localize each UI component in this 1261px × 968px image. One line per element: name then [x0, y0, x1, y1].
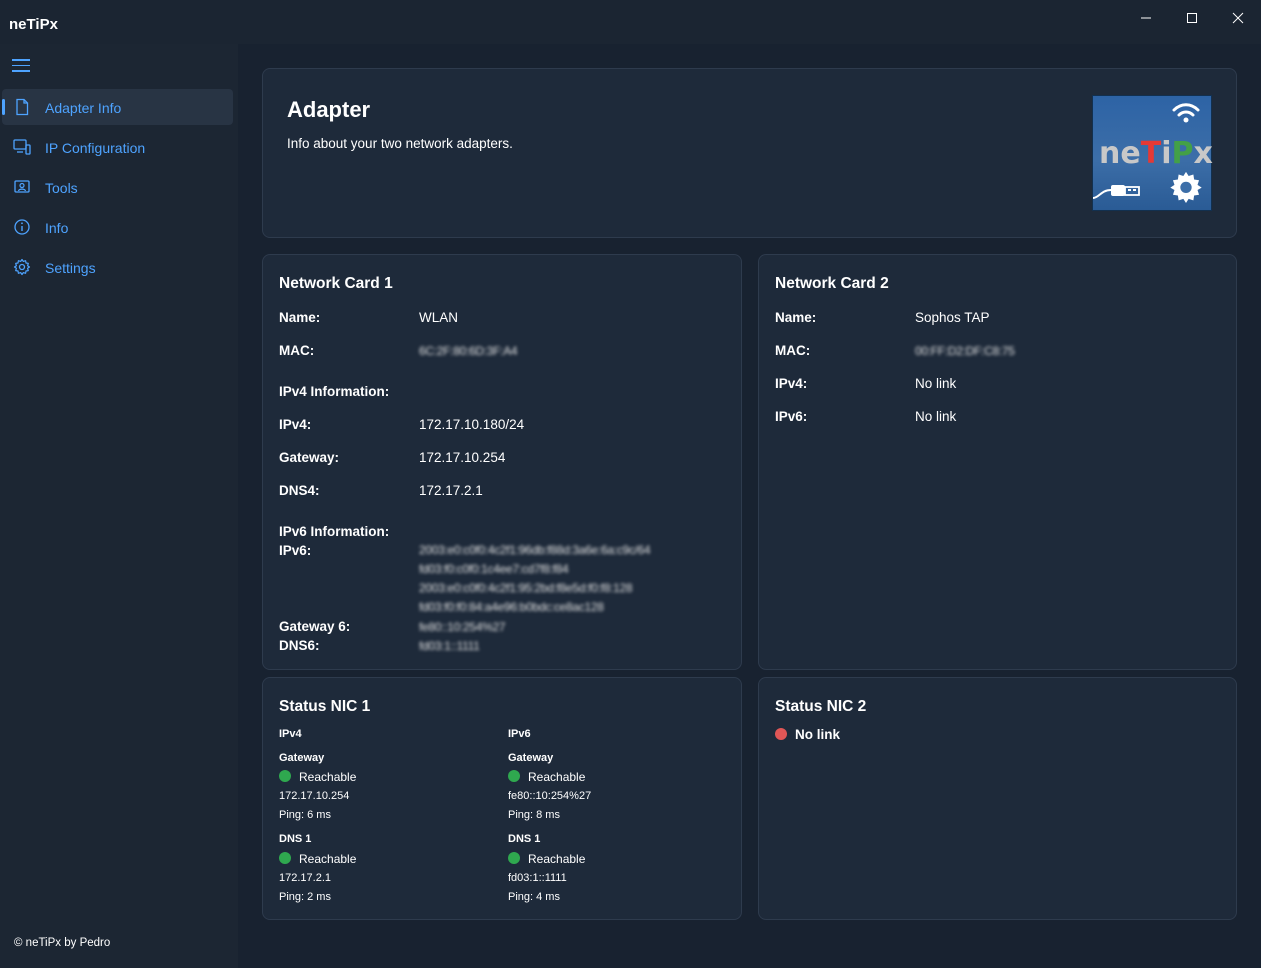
- gear-icon: [13, 258, 31, 276]
- gear-icon: [1170, 171, 1202, 204]
- sidebar-item-ip-configuration[interactable]: IP Configuration: [2, 129, 233, 165]
- minimize-button[interactable]: [1123, 0, 1169, 36]
- title-bar: neTiPx: [0, 0, 1261, 44]
- network-card-1: Network Card 1 Name: WLAN MAC: 6C:2F:80:…: [262, 254, 742, 670]
- gateway-status: Reachable: [528, 770, 586, 784]
- status-ok-dot: [279, 852, 291, 864]
- card-title: Status NIC 1: [279, 698, 371, 715]
- name-label: Name:: [775, 310, 817, 325]
- gateway-label: Gateway:: [279, 450, 340, 465]
- app-logo: neTiPx: [1092, 95, 1213, 211]
- dns6-label: DNS6:: [279, 638, 320, 653]
- name-value: Sophos TAP: [915, 310, 990, 325]
- dns-ping: Ping: 2 ms: [279, 891, 331, 903]
- status-nic-1-card: Status NIC 1 IPv4 Gateway Reachable 172.…: [262, 677, 742, 920]
- ipv6-address: fd03:f0:f0:84:a4e96:b0bdc:ce8ac128: [419, 600, 604, 614]
- status-ok-dot: [279, 770, 291, 782]
- document-icon: [16, 98, 29, 116]
- dns-address: fd03:1::1111: [508, 872, 567, 884]
- gateway-ping: Ping: 6 ms: [279, 809, 331, 821]
- sidebar-item-tools[interactable]: Tools: [2, 169, 233, 205]
- sidebar-item-label: IP Configuration: [45, 140, 146, 156]
- active-indicator: [2, 99, 5, 115]
- ipv4-column-heading: IPv4: [279, 728, 302, 740]
- ipv6-address: 2003:e0:c0f0:4c2f1:95:2bd:f8e5d:f0:f8:12…: [419, 581, 633, 595]
- name-label: Name:: [279, 310, 321, 325]
- ipv4-label: IPv4:: [279, 417, 312, 432]
- status-ok-dot: [508, 852, 520, 864]
- dns4-label: DNS4:: [279, 483, 320, 498]
- ipv6-address: 2003:e0:c0f0:4c2f1:96db:f88d:3a6e:6a:c9c…: [419, 543, 651, 557]
- logo-wordmark: neTiPx: [1099, 136, 1213, 171]
- status-ok-dot: [508, 770, 520, 782]
- gateway-status: Reachable: [299, 770, 357, 784]
- gateway-heading: Gateway: [279, 752, 325, 764]
- maximize-button[interactable]: [1169, 0, 1215, 36]
- dns6-value: fd03:1::1111: [419, 639, 480, 653]
- header-card: Adapter Info about your two network adap…: [262, 68, 1237, 238]
- link-status: No link: [795, 727, 841, 742]
- name-value: WLAN: [419, 310, 459, 325]
- footer-copyright: © neTiPx by Pedro: [14, 937, 111, 949]
- toolbox-icon: [14, 180, 30, 193]
- minimize-icon: [1141, 17, 1151, 19]
- mac-value: 00:FF:D2:DF:C8:75: [915, 344, 1015, 358]
- dns-status: Reachable: [528, 852, 586, 866]
- ipv6-value: No link: [915, 409, 957, 424]
- wifi-icon: [1172, 103, 1200, 123]
- gateway6-value: fe80::10:254%27: [419, 620, 506, 634]
- sidebar-item-info[interactable]: Info: [2, 209, 233, 245]
- sidebar-item-adapter-info[interactable]: Adapter Info: [2, 89, 233, 125]
- usb-plug-icon: [1093, 185, 1140, 199]
- app-title: neTiPx: [9, 16, 58, 33]
- sidebar-item-label: Adapter Info: [45, 100, 122, 116]
- dns-status: Reachable: [299, 852, 357, 866]
- gateway6-label: Gateway 6:: [279, 619, 351, 634]
- close-button[interactable]: [1215, 0, 1261, 36]
- ipv4-value: No link: [915, 376, 957, 391]
- dns-heading: DNS 1: [279, 833, 312, 845]
- card-title: Network Card 2: [775, 275, 889, 292]
- ipv4-value: 172.17.10.180/24: [419, 417, 525, 432]
- sidebar: Adapter Info IP Configuration Tools Info: [0, 44, 238, 968]
- dns-heading: DNS 1: [508, 833, 541, 845]
- page-subtitle: Info about your two network adapters.: [287, 136, 513, 151]
- sidebar-item-label: Info: [45, 220, 69, 236]
- status-nic-2-card: Status NIC 2 No link: [758, 677, 1237, 920]
- mac-value: 6C:2F:80:6D:3F:A4: [419, 344, 518, 358]
- card-title: Network Card 1: [279, 275, 393, 292]
- close-icon: [1232, 12, 1244, 24]
- ipv6-address: fd03:f0:c0f0:1c4ee7:cd7f8:f84: [419, 562, 569, 576]
- dns-ping: Ping: 4 ms: [508, 891, 560, 903]
- main-content: Adapter Info about your two network adap…: [238, 44, 1261, 968]
- sidebar-item-settings[interactable]: Settings: [2, 249, 233, 285]
- ipv6-section-heading: IPv6 Information:: [279, 524, 390, 539]
- page-title: Adapter: [287, 97, 371, 122]
- gateway-heading: Gateway: [508, 752, 554, 764]
- ipv6-column-heading: IPv6: [508, 728, 531, 740]
- gateway-ping: Ping: 8 ms: [508, 809, 560, 821]
- gateway-address: fe80::10:254%27: [508, 790, 592, 802]
- dns-address: 172.17.2.1: [279, 872, 331, 884]
- mac-label: MAC:: [279, 343, 315, 358]
- status-error-dot: [775, 728, 787, 740]
- maximize-icon: [1187, 13, 1197, 23]
- ipv4-section-heading: IPv4 Information:: [279, 384, 390, 399]
- gateway-address: 172.17.10.254: [279, 790, 350, 802]
- mac-label: MAC:: [775, 343, 811, 358]
- sidebar-item-label: Settings: [45, 260, 96, 276]
- monitor-network-icon: [13, 139, 31, 155]
- info-icon: [14, 219, 30, 235]
- hamburger-menu-icon[interactable]: [12, 59, 30, 73]
- ipv4-label: IPv4:: [775, 376, 808, 391]
- sidebar-item-label: Tools: [45, 180, 78, 196]
- ipv6-label: IPv6:: [279, 543, 312, 558]
- network-card-2: Network Card 2 Name: Sophos TAP MAC: 00:…: [758, 254, 1237, 670]
- dns4-value: 172.17.2.1: [419, 483, 483, 498]
- card-title: Status NIC 2: [775, 698, 867, 715]
- ipv6-label: IPv6:: [775, 409, 808, 424]
- gateway-value: 172.17.10.254: [419, 450, 506, 465]
